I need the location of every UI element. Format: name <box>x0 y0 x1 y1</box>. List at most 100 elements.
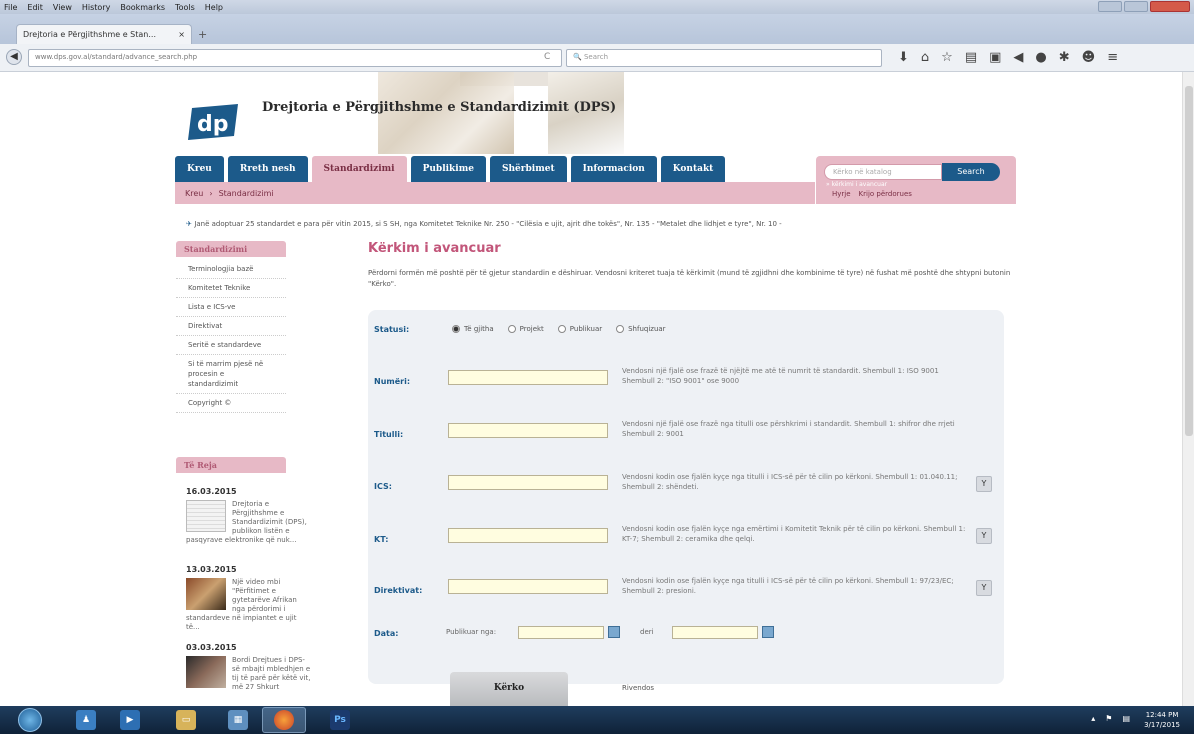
taskbar-clock[interactable]: 12:44 PM 3/17/2015 <box>1144 710 1180 730</box>
new-tab-button[interactable]: + <box>198 28 207 41</box>
title-input[interactable] <box>448 423 608 438</box>
catalog-search-button[interactable]: Search <box>942 163 1000 181</box>
browser-search-input[interactable]: 🔍 Search <box>566 49 882 67</box>
browser-navbar: ◀ www.dps.gov.al/standard/advance_search… <box>0 44 1194 72</box>
number-label: Numëri: <box>374 377 411 386</box>
sidebar-item-serite[interactable]: Seritë e standardeve <box>176 336 286 355</box>
calendar-icon[interactable]: cal <box>762 626 774 638</box>
login-link[interactable]: Hyrje <box>832 190 851 198</box>
kt-picker-button[interactable]: Y <box>976 528 992 544</box>
drop-icon[interactable]: ● <box>1035 50 1046 65</box>
reload-icon[interactable]: C <box>544 52 550 62</box>
nav-sherbimet[interactable]: Shërbimet <box>489 156 567 182</box>
ics-picker-button[interactable]: Y <box>976 476 992 492</box>
news-ticker[interactable]: ✈ Janë adoptuar 25 standardet e para për… <box>186 220 1016 228</box>
sidebar-item-terminologjia[interactable]: Terminologjia bazë <box>176 260 286 279</box>
sidebar-item-direktivat[interactable]: Direktivat <box>176 317 286 336</box>
main-nav: Kreu Rreth nesh Standardizimi Publikime … <box>175 156 726 182</box>
breadcrumb-home[interactable]: Kreu <box>185 189 203 198</box>
screenshot-icon[interactable]: ▣ <box>989 50 1001 65</box>
scrollbar-thumb[interactable] <box>1185 86 1193 436</box>
tab-close-icon[interactable]: × <box>178 30 185 39</box>
close-window-button[interactable] <box>1150 1 1190 12</box>
minimize-button[interactable] <box>1098 1 1122 12</box>
svg-text:dp: dp <box>197 112 229 137</box>
date-from-input[interactable] <box>518 626 604 639</box>
sidebar-menu: Terminologjia bazë Komitetet Teknike Lis… <box>176 260 286 413</box>
kt-input[interactable] <box>448 528 608 543</box>
status-radio-all[interactable]: Të gjitha <box>452 325 494 333</box>
maximize-button[interactable] <box>1124 1 1148 12</box>
photoshop-icon[interactable]: Ps <box>330 710 350 730</box>
register-link[interactable]: Krijo përdorues <box>859 190 912 198</box>
number-help: Vendosni një fjalë ose frazë të njëjtë m… <box>622 367 939 385</box>
menu-view[interactable]: View <box>53 3 72 12</box>
status-label: Statusi: <box>374 325 410 334</box>
nav-informacion[interactable]: Informacion <box>570 156 657 182</box>
news-item[interactable]: Drejtoria e Përgjithshme e Standardizimi… <box>186 500 312 545</box>
home-icon[interactable]: ⌂ <box>921 50 929 65</box>
menu-help[interactable]: Help <box>205 3 223 12</box>
browser-tab[interactable]: Drejtoria e Përgjithshme e Stan... × <box>16 24 192 44</box>
menu-tools[interactable]: Tools <box>175 3 195 12</box>
search-button[interactable]: Kërko <box>450 672 568 706</box>
explorer-user-icon[interactable]: ♟ <box>76 710 96 730</box>
flag-icon[interactable]: ⚑ <box>1105 714 1112 723</box>
breadcrumb-current[interactable]: Standardizimi <box>219 189 274 198</box>
breadcrumb: Kreu › Standardizimi <box>175 182 815 204</box>
menu-bookmarks[interactable]: Bookmarks <box>120 3 165 12</box>
news-text: Bordi Drejtues i DPS-së mbajti mbledhjen… <box>232 656 311 691</box>
media-player-icon[interactable]: ▶ <box>120 710 140 730</box>
network-icon[interactable]: ▤ <box>1122 714 1130 723</box>
send-icon[interactable]: ◀ <box>1013 50 1023 65</box>
nav-kreu[interactable]: Kreu <box>175 156 224 182</box>
calendar-icon[interactable]: cal <box>608 626 620 638</box>
status-radio-shfuqizuar[interactable]: Shfuqizuar <box>616 325 666 333</box>
menu-file[interactable]: File <box>4 3 17 12</box>
directives-picker-button[interactable]: Y <box>976 580 992 596</box>
back-button[interactable]: ◀ <box>6 49 22 65</box>
window-controls <box>1098 1 1190 12</box>
addon-icon[interactable]: ✱ <box>1059 50 1070 65</box>
number-input[interactable] <box>448 370 608 385</box>
news-date: 13.03.2015 <box>186 565 237 574</box>
news-item[interactable]: Një video mbi "Përfitimet e gytetarëve A… <box>186 578 312 632</box>
sidebar-item-komitetet[interactable]: Komitetet Teknike <box>176 279 286 298</box>
date-to-input[interactable] <box>672 626 758 639</box>
calculator-icon[interactable]: ▦ <box>228 710 248 730</box>
catalog-search-input[interactable]: Kërko në katalog <box>824 164 942 180</box>
news-item[interactable]: Bordi Drejtues i DPS-së mbajti mbledhjen… <box>186 656 312 692</box>
hamburger-menu-icon[interactable]: ≡ <box>1107 50 1118 65</box>
nav-standardizimi[interactable]: Standardizimi <box>311 156 407 182</box>
news-date: 16.03.2015 <box>186 487 237 496</box>
smiley-icon[interactable]: ☻ <box>1082 50 1096 65</box>
status-radio-projekt[interactable]: Projekt <box>507 325 544 333</box>
advanced-search-link[interactable]: » kërkimi i avancuar <box>826 181 887 188</box>
menu-edit[interactable]: Edit <box>27 3 43 12</box>
sidebar-item-ics[interactable]: Lista e ICS-ve <box>176 298 286 317</box>
reset-link[interactable]: Rivendos <box>622 684 654 692</box>
bookmark-star-icon[interactable]: ☆ <box>941 50 953 65</box>
nav-publikime[interactable]: Publikime <box>410 156 486 182</box>
bookmarks-list-icon[interactable]: ▤ <box>965 50 977 65</box>
folder-icon[interactable]: ▭ <box>176 710 196 730</box>
ics-help: Vendosni kodin ose fjalën kyçe nga titul… <box>622 473 958 491</box>
nav-rreth-nesh[interactable]: Rreth nesh <box>227 156 308 182</box>
kt-label: KT: <box>374 535 389 544</box>
directives-input[interactable] <box>448 579 608 594</box>
page-scrollbar[interactable] <box>1182 72 1194 706</box>
ics-input[interactable] <box>448 475 608 490</box>
account-links: Hyrje Krijo përdorues <box>832 190 912 198</box>
start-button[interactable] <box>18 708 42 732</box>
menu-history[interactable]: History <box>82 3 110 12</box>
url-bar[interactable]: www.dps.gov.al/standard/advance_search.p… <box>28 49 562 67</box>
nav-kontakt[interactable]: Kontakt <box>660 156 726 182</box>
firefox-icon[interactable] <box>274 710 294 730</box>
dps-logo[interactable]: dp <box>188 102 242 142</box>
news-thumbnail <box>186 500 226 532</box>
sidebar-item-pjesemarrja[interactable]: Si të marrim pjesë në procesin e standar… <box>176 355 286 394</box>
download-icon[interactable]: ⬇ <box>898 50 909 65</box>
sidebar-item-copyright[interactable]: Copyright © <box>176 394 286 413</box>
tray-arrow-icon[interactable]: ▴ <box>1091 714 1095 723</box>
status-radio-publikuar[interactable]: Publikuar <box>557 325 602 333</box>
